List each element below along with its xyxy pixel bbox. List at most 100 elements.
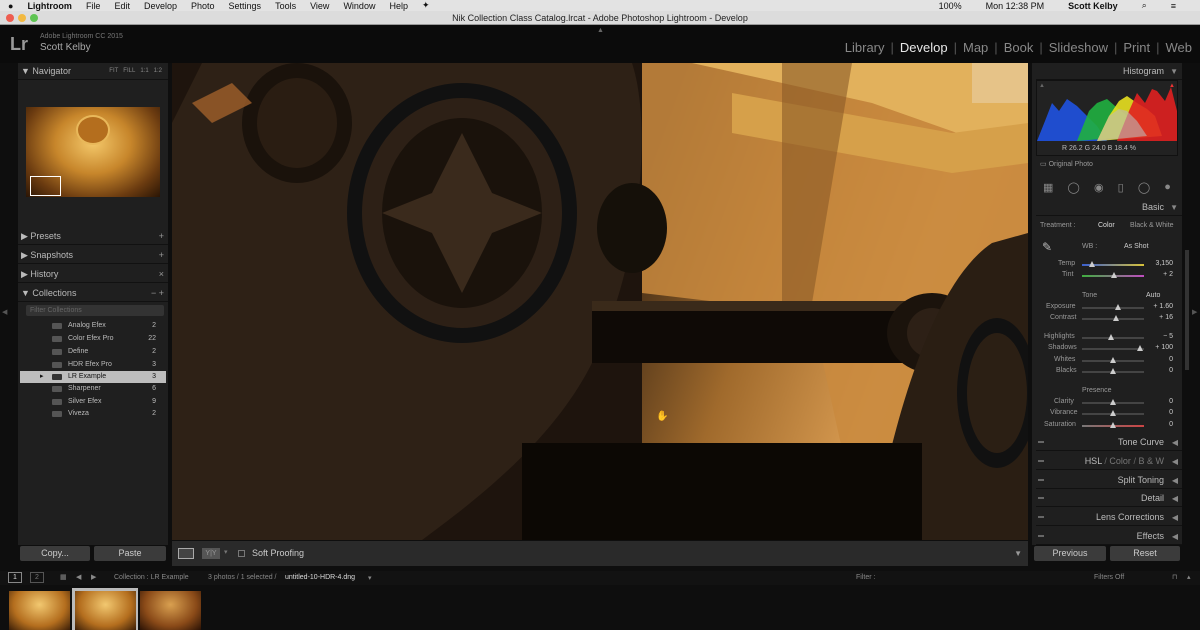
close-window-button[interactable] (6, 14, 14, 22)
slider-thumb[interactable] (1110, 368, 1116, 374)
filmstrip-filename[interactable]: untitled-10-HDR-4.dng (285, 574, 355, 581)
lens-corrections-header[interactable]: Lens Corrections ◀ (1036, 509, 1182, 526)
vibrance-slider[interactable] (1082, 410, 1144, 416)
menubar-user[interactable]: Scott Kelby (1068, 1, 1118, 11)
slider-thumb[interactable] (1113, 315, 1119, 321)
soft-proofing-checkbox[interactable] (238, 550, 245, 557)
highlights-value[interactable]: − 5 (1145, 333, 1173, 340)
menu-lightroom[interactable]: Lightroom (27, 1, 72, 11)
whites-value[interactable]: 0 (1145, 356, 1173, 363)
filmstrip-thumbnail-selected[interactable] (75, 591, 136, 630)
collection-item[interactable]: Define 2 (20, 346, 166, 358)
clarity-value[interactable]: 0 (1145, 398, 1173, 405)
collection-item[interactable]: Color Efex Pro 22 (20, 333, 166, 345)
filters-off-select[interactable]: Filters Off (1094, 574, 1124, 581)
graduated-filter-tool-icon[interactable]: ▯ (1118, 181, 1124, 194)
module-develop[interactable]: Develop (900, 40, 948, 55)
window-2-button[interactable]: 2 (30, 572, 44, 583)
collection-item[interactable]: Silver Efex 9 (20, 396, 166, 408)
collection-item[interactable]: Analog Efex 2 (20, 320, 166, 332)
presets-header[interactable]: ▶ Presets + (18, 228, 168, 245)
navigator-zoom-rect[interactable] (30, 176, 61, 196)
red-eye-tool-icon[interactable]: ◉ (1094, 181, 1104, 194)
shadows-slider[interactable] (1082, 345, 1144, 351)
panel-toggle-icon[interactable] (1038, 516, 1044, 518)
filter-lock-icon[interactable]: ⊓ (1172, 573, 1177, 581)
slider-thumb[interactable] (1110, 410, 1116, 416)
spot-removal-tool-icon[interactable]: ◯ (1068, 181, 1080, 194)
menu-photo[interactable]: Photo (191, 1, 215, 11)
auto-tone-button[interactable]: Auto (1146, 292, 1160, 299)
module-print[interactable]: Print (1123, 40, 1150, 55)
slider-thumb[interactable] (1110, 357, 1116, 363)
slider-thumb[interactable] (1115, 304, 1121, 310)
nav-fill[interactable]: FILL (123, 63, 135, 80)
main-photo[interactable]: ✋ (172, 63, 1028, 540)
menu-list-icon[interactable]: ≡ (1171, 1, 1176, 11)
previous-button[interactable]: Previous (1034, 546, 1106, 561)
filmstrip-scroll-icon[interactable]: ▴ (1187, 573, 1191, 581)
wb-eyedropper-icon[interactable]: ✎ (1042, 240, 1052, 254)
module-book[interactable]: Book (1004, 40, 1034, 55)
temp-value[interactable]: 3,150 (1145, 260, 1173, 267)
vibrance-value[interactable]: 0 (1145, 409, 1173, 416)
adjustment-brush-tool-icon[interactable]: ● (1164, 181, 1171, 193)
add-preset-icon[interactable]: + (159, 228, 164, 245)
panel-toggle-icon[interactable] (1038, 479, 1044, 481)
grid-view-icon[interactable]: ▦ (60, 573, 67, 581)
menu-tools[interactable]: Tools (275, 1, 296, 11)
collapse-left-panel-icon[interactable]: ◀ (2, 308, 7, 316)
treatment-color-option[interactable]: Color (1098, 222, 1115, 229)
blacks-slider[interactable] (1082, 368, 1144, 374)
radial-filter-tool-icon[interactable]: ◯ (1138, 181, 1150, 194)
slider-thumb[interactable] (1089, 261, 1095, 267)
blacks-value[interactable]: 0 (1145, 367, 1173, 374)
collection-item-selected[interactable]: ▸ LR Example 3 (20, 371, 166, 383)
filmstrip-thumbnail[interactable] (9, 591, 70, 630)
treatment-bw-option[interactable]: Black & White (1130, 222, 1174, 229)
hsl-tab[interactable]: HSL (1085, 456, 1102, 466)
collections-search-input[interactable]: Filter Collections (26, 305, 164, 316)
crop-tool-icon[interactable]: ▦ (1043, 181, 1053, 194)
nav-1-2[interactable]: 1:2 (154, 63, 162, 80)
zoom-window-button[interactable] (30, 14, 38, 22)
menu-develop[interactable]: Develop (144, 1, 177, 11)
collections-header[interactable]: ▼ Collections − + (18, 285, 168, 302)
add-snapshot-icon[interactable]: + (159, 247, 164, 264)
nav-1-1[interactable]: 1:1 (140, 63, 148, 80)
whites-slider[interactable] (1082, 357, 1144, 363)
module-web[interactable]: Web (1166, 40, 1193, 55)
basic-header[interactable]: Basic ▼ (1036, 199, 1182, 216)
color-tab[interactable]: Color (1109, 456, 1131, 466)
module-slideshow[interactable]: Slideshow (1049, 40, 1108, 55)
navigator-header[interactable]: ▼ Navigator FIT FILL 1:1 1:2 (18, 63, 168, 80)
paste-settings-button[interactable]: Paste (94, 546, 166, 561)
collapse-top-panel-icon[interactable]: ▲ (597, 27, 604, 34)
tint-slider[interactable] (1082, 272, 1144, 278)
menu-file[interactable]: File (86, 1, 101, 11)
exposure-slider[interactable] (1082, 304, 1144, 310)
dropbox-icon[interactable]: ✦ (422, 0, 430, 11)
snapshots-header[interactable]: ▶ Snapshots + (18, 247, 168, 264)
detail-header[interactable]: Detail ◀ (1036, 490, 1182, 507)
split-toning-header[interactable]: Split Toning ◀ (1036, 472, 1182, 489)
nav-fit[interactable]: FIT (109, 63, 118, 80)
histogram-header[interactable]: Histogram ▼ (1036, 63, 1182, 80)
filmstrip-source[interactable]: Collection : LR Example (114, 574, 189, 581)
collection-item[interactable]: Sharpener 6 (20, 383, 166, 395)
search-icon[interactable]: ⌕ (1142, 0, 1147, 11)
collection-item[interactable]: HDR Efex Pro 3 (20, 359, 166, 371)
dropdown-icon[interactable]: ▾ (368, 574, 372, 582)
slider-thumb[interactable] (1110, 422, 1116, 428)
back-arrow-icon[interactable]: ◀ (76, 573, 81, 581)
minimize-window-button[interactable] (18, 14, 26, 22)
tone-curve-header[interactable]: Tone Curve ◀ (1036, 434, 1182, 451)
right-panel-scrollbar[interactable] (1185, 250, 1189, 370)
before-after-icon[interactable]: Y|Y (202, 548, 220, 559)
forward-arrow-icon[interactable]: ▶ (91, 573, 96, 581)
tint-value[interactable]: + 2 (1145, 271, 1173, 278)
panel-toggle-icon[interactable] (1038, 441, 1044, 443)
clear-history-icon[interactable]: × (159, 266, 164, 283)
shadow-clip-icon[interactable]: ▲ (1039, 83, 1045, 89)
collections-add-icon[interactable]: − + (151, 285, 164, 302)
